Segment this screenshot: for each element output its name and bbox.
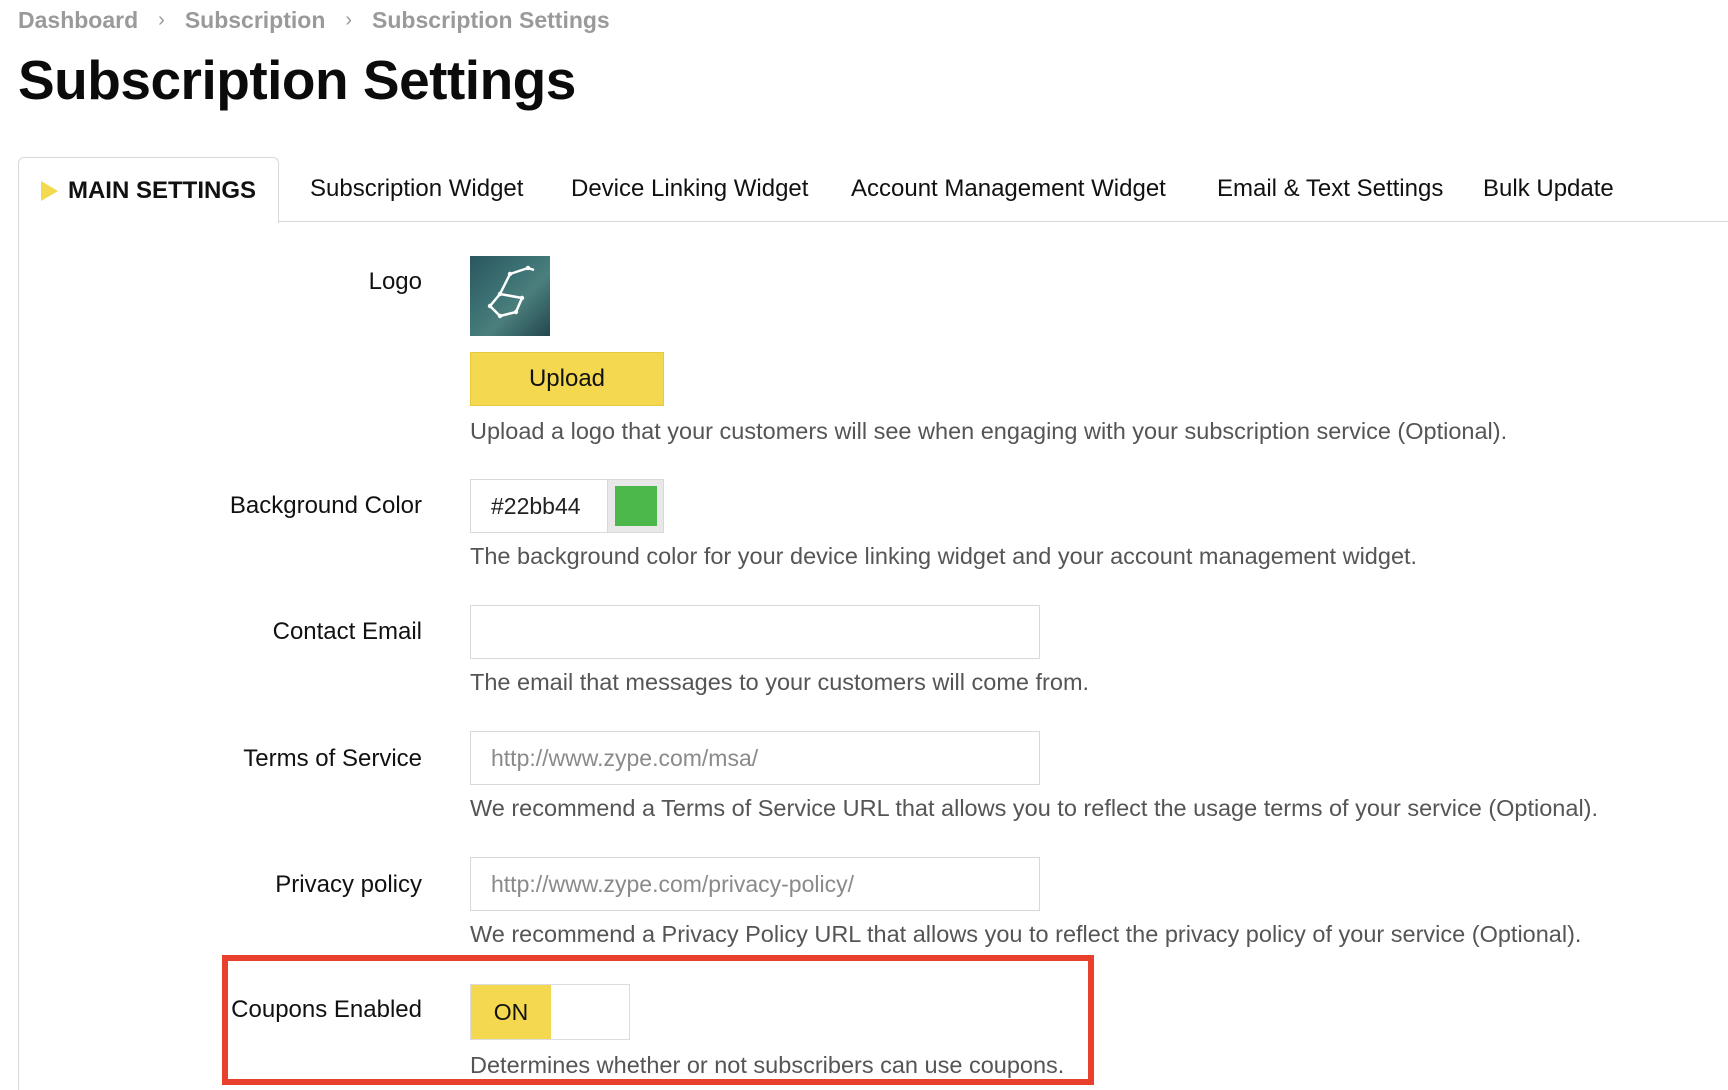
tab-label: MAIN SETTINGS: [67, 176, 256, 204]
tab-device-linking-widget[interactable]: Device Linking Widget: [571, 155, 808, 223]
breadcrumb: Dashboard › Subscription › Subscription …: [18, 7, 610, 34]
logo-help-text: Upload a logo that your customers will s…: [470, 418, 1508, 444]
toggle-state-on: ON: [471, 985, 551, 1039]
breadcrumb-subscription[interactable]: Subscription: [185, 7, 326, 34]
breadcrumb-dashboard[interactable]: Dashboard: [18, 7, 138, 34]
privacy-policy-input[interactable]: [470, 857, 1040, 911]
tab-label: Account Management Widget: [851, 175, 1166, 202]
settings-tabs: MAIN SETTINGS Subscription Widget Device…: [0, 155, 1728, 223]
background-color-input[interactable]: [471, 480, 603, 532]
privacy-policy-help-text: We recommend a Privacy Policy URL that a…: [470, 921, 1582, 947]
logo-preview-image: [470, 256, 550, 336]
contact-email-help-text: The email that messages to your customer…: [470, 669, 1090, 695]
breadcrumb-current: Subscription Settings: [372, 7, 610, 33]
tab-label: Subscription Widget: [310, 175, 524, 202]
constellation-icon: [487, 265, 535, 319]
page-title: Subscription Settings: [18, 49, 576, 111]
tab-email-text-settings[interactable]: Email & Text Settings: [1217, 155, 1443, 223]
terms-of-service-label: Terms of Service: [243, 745, 422, 772]
breadcrumb-separator: ›: [345, 9, 353, 31]
terms-of-service-help-text: We recommend a Terms of Service URL that…: [470, 795, 1599, 821]
color-picker-button[interactable]: [607, 480, 663, 532]
tab-main-settings[interactable]: MAIN SETTINGS: [18, 157, 279, 223]
active-tab-arrow-icon: [40, 180, 58, 201]
content-panel-border: [18, 222, 19, 1090]
tab-label: Bulk Update: [1483, 175, 1614, 202]
color-swatch: [614, 486, 657, 526]
tab-bulk-update[interactable]: Bulk Update: [1483, 155, 1614, 223]
coupons-enabled-label: Coupons Enabled: [231, 996, 422, 1023]
background-color-field: [470, 479, 664, 533]
background-color-label: Background Color: [229, 492, 422, 519]
breadcrumb-separator: ›: [158, 9, 165, 31]
tab-label: Device Linking Widget: [571, 175, 809, 202]
contact-email-input[interactable]: [470, 605, 1040, 659]
upload-logo-button[interactable]: Upload: [470, 352, 664, 406]
coupons-enabled-help-text: Determines whether or not subscribers ca…: [470, 1052, 1065, 1078]
tab-subscription-widget[interactable]: Subscription Widget: [310, 155, 523, 223]
contact-email-label: Contact Email: [272, 618, 422, 645]
terms-of-service-input[interactable]: [470, 731, 1040, 785]
tab-account-management-widget[interactable]: Account Management Widget: [851, 155, 1166, 223]
background-color-help-text: The background color for your device lin…: [470, 543, 1418, 569]
coupons-enabled-toggle[interactable]: ON: [470, 984, 630, 1040]
tab-label: Email & Text Settings: [1217, 175, 1444, 202]
logo-label: Logo: [368, 268, 422, 295]
privacy-policy-label: Privacy policy: [275, 871, 422, 898]
